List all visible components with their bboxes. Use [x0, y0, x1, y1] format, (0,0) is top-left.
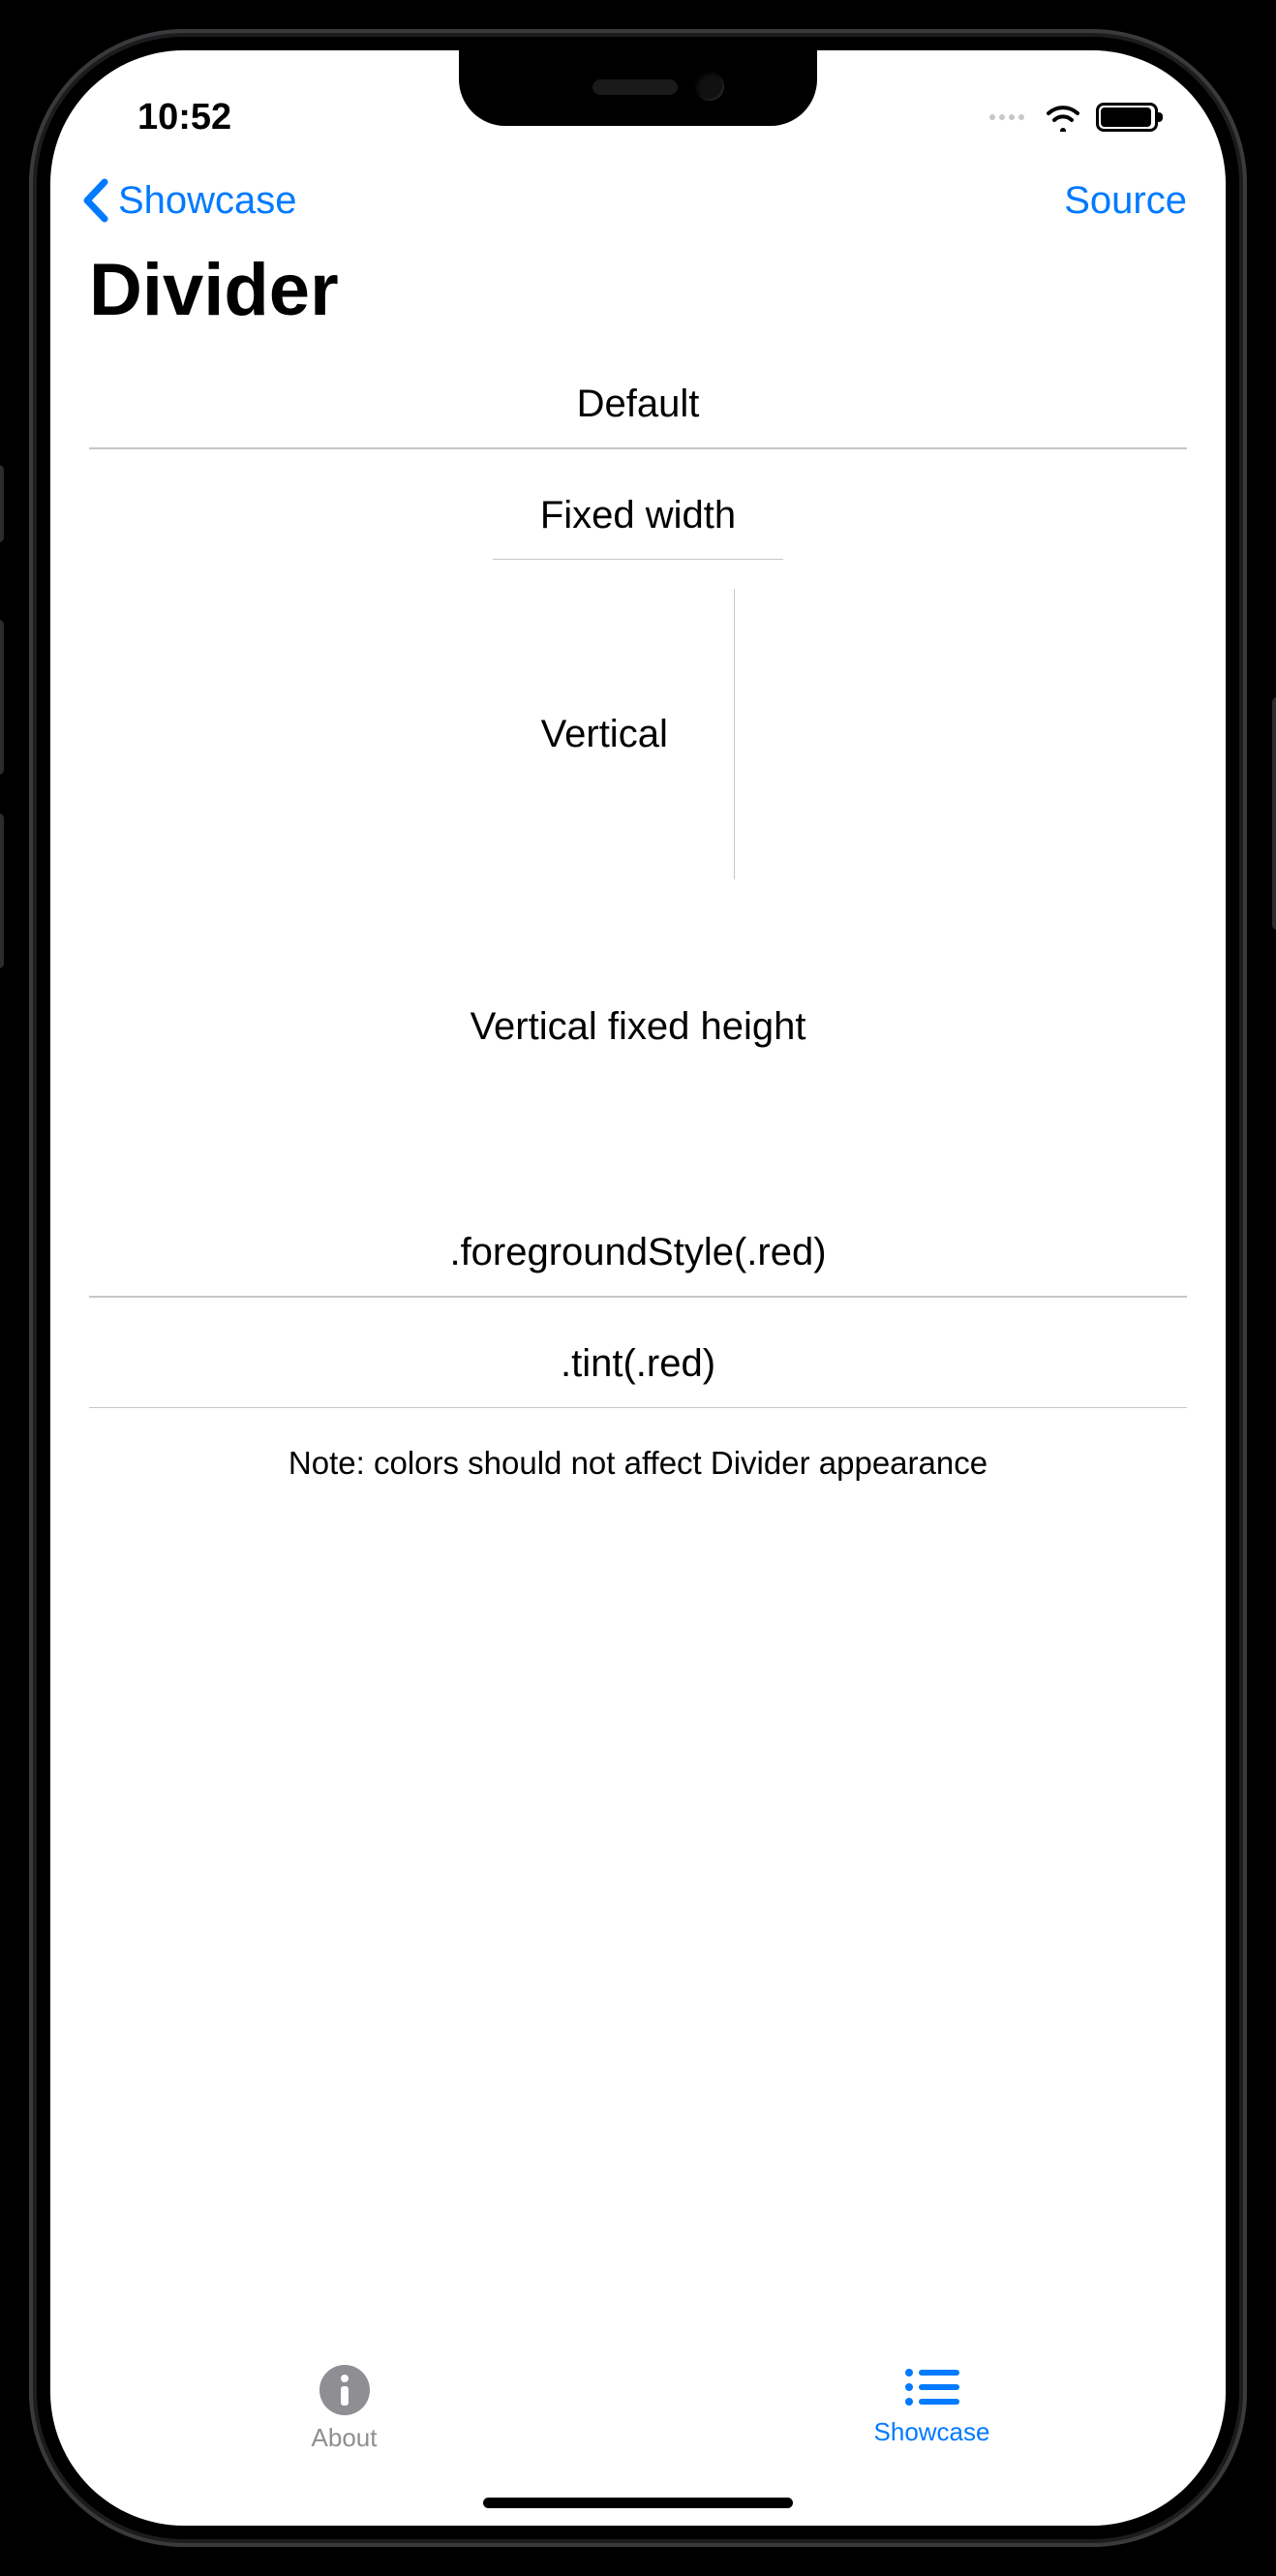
source-button[interactable]: Source: [1064, 179, 1187, 223]
label-foreground-style: .foregroundStyle(.red): [89, 1231, 1187, 1296]
home-indicator[interactable]: [483, 2498, 793, 2508]
section-vertical: Vertical: [89, 560, 1187, 870]
label-fixed-width: Fixed width: [89, 494, 1187, 559]
tab-showcase-label: Showcase: [874, 2417, 990, 2447]
volume-down-button: [0, 813, 4, 968]
notch: [459, 50, 817, 126]
info-circle-icon: [318, 2363, 372, 2417]
screen: 10:52: [50, 50, 1226, 2526]
section-fixed-width: Fixed width: [89, 449, 1187, 561]
wifi-icon: [1044, 103, 1082, 132]
page-title: Divider: [50, 244, 1226, 367]
status-icons: [989, 103, 1158, 132]
navigation-bar: Showcase Source: [50, 157, 1226, 244]
section-vertical-fixed: Vertical fixed height: [89, 870, 1187, 1184]
divider-vertical: [734, 589, 736, 879]
mute-switch: [0, 465, 4, 542]
section-default: Default: [89, 367, 1187, 449]
back-label: Showcase: [118, 179, 297, 223]
power-button: [1272, 697, 1276, 930]
chevron-left-icon: [79, 176, 114, 225]
tab-about-label: About: [312, 2423, 378, 2453]
content: Default Fixed width Vertical Vertical fi…: [50, 367, 1226, 2351]
note-text: Note: colors should not affect Divider a…: [89, 1408, 1187, 1482]
device-frame: 10:52: [0, 0, 1276, 2576]
section-tint: .tint(.red): [89, 1298, 1187, 1409]
back-button[interactable]: Showcase: [79, 176, 297, 225]
label-vertical: Vertical: [541, 713, 668, 756]
section-foreground-style: .foregroundStyle(.red): [89, 1184, 1187, 1298]
label-tint: .tint(.red): [89, 1342, 1187, 1407]
battery-icon: [1096, 103, 1158, 132]
label-default: Default: [89, 383, 1187, 447]
cellular-dots-icon: [989, 114, 1024, 120]
list-bullet-icon: [901, 2363, 963, 2411]
volume-up-button: [0, 620, 4, 775]
status-time: 10:52: [137, 97, 231, 138]
label-vertical-fixed: Vertical fixed height: [471, 1005, 806, 1049]
